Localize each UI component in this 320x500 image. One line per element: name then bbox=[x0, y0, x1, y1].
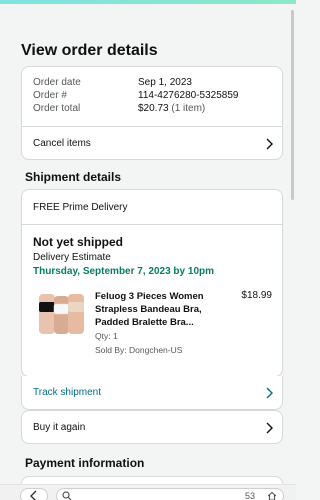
order-summary-card: Order date Sep 1, 2023 Order # 114-42762… bbox=[21, 66, 283, 160]
product-seller: Sold By: Dongchen-US bbox=[95, 345, 183, 355]
order-number-label: Order # bbox=[33, 90, 67, 101]
order-total-amount: $20.73 bbox=[138, 103, 169, 114]
scrollbar[interactable] bbox=[291, 10, 294, 200]
delivery-estimate-label: Delivery Estimate bbox=[33, 252, 111, 263]
address-bar[interactable]: 53 bbox=[56, 488, 284, 500]
home-icon[interactable] bbox=[267, 491, 277, 500]
order-total-value: $20.73 (1 item) bbox=[138, 102, 205, 115]
chevron-right-icon bbox=[266, 422, 273, 434]
search-icon bbox=[62, 491, 72, 500]
buy-it-again-label: Buy it again bbox=[33, 422, 86, 433]
page-title: View order details bbox=[21, 42, 158, 59]
delivery-estimate-date: Thursday, September 7, 2023 by 10pm bbox=[33, 266, 215, 277]
product-quantity: Qty: 1 bbox=[95, 331, 118, 341]
back-button[interactable] bbox=[20, 488, 48, 500]
product-price: $18.99 bbox=[241, 290, 272, 301]
track-shipment-button[interactable]: Track shipment bbox=[21, 376, 283, 410]
delivery-type: FREE Prime Delivery bbox=[33, 202, 128, 213]
item-count: (1 item) bbox=[171, 103, 206, 114]
shipment-card: FREE Prime Delivery Not yet shipped Deli… bbox=[21, 189, 283, 377]
order-number-value: 114-4276280-5325859 bbox=[138, 90, 239, 101]
cancel-items-button[interactable]: Cancel items bbox=[22, 127, 282, 161]
product-photo-icon bbox=[37, 288, 85, 336]
chevron-left-icon bbox=[30, 490, 37, 500]
buy-it-again-button[interactable]: Buy it again bbox=[21, 410, 283, 444]
divider bbox=[22, 224, 282, 225]
shipment-section-title: Shipment details bbox=[25, 170, 122, 184]
chevron-right-icon bbox=[266, 387, 273, 399]
top-accent-bar bbox=[0, 0, 296, 4]
tab-count[interactable]: 53 bbox=[245, 491, 255, 500]
cancel-items-label: Cancel items bbox=[33, 138, 91, 149]
track-shipment-label: Track shipment bbox=[33, 387, 101, 398]
order-date-value: Sep 1, 2023 bbox=[138, 77, 192, 88]
product-image[interactable] bbox=[37, 288, 85, 336]
product-title-link[interactable]: Feluog 3 Pieces Women Strapless Bandeau … bbox=[95, 290, 225, 329]
chevron-right-icon bbox=[266, 138, 273, 150]
order-total-label: Order total bbox=[33, 103, 81, 114]
shipment-status: Not yet shipped bbox=[33, 235, 124, 249]
order-date-label: Order date bbox=[33, 77, 81, 88]
payment-section-title: Payment information bbox=[25, 456, 145, 470]
